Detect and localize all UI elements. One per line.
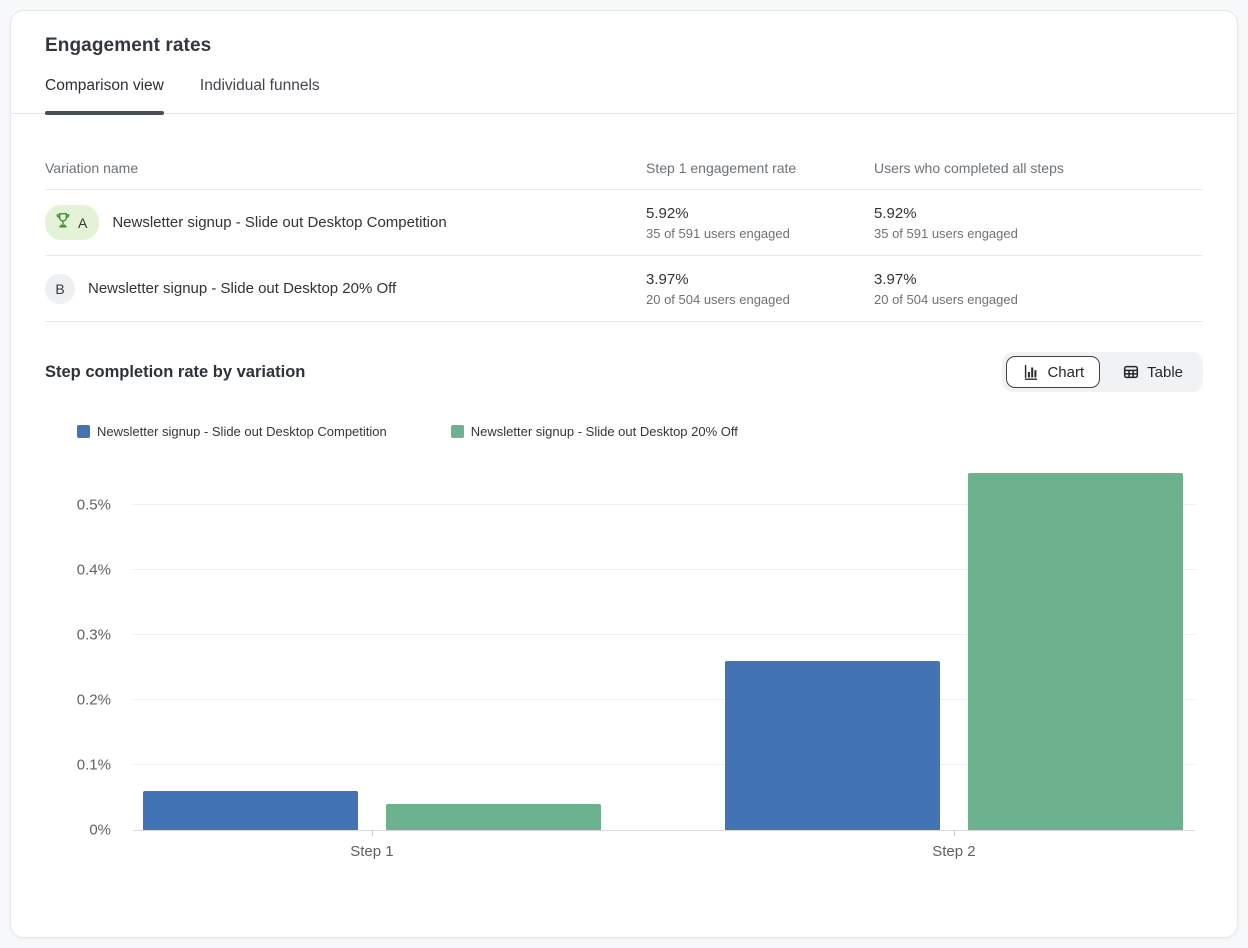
y-axis-label: 0% [89,822,111,839]
variation-letter: B [55,281,64,297]
bar-chart-icon [1022,363,1040,381]
column-header-variation-name: Variation name [45,160,646,176]
chart-section-title: Step completion rate by variation [45,363,305,382]
legend-item-competition: Newsletter signup - Slide out Desktop Co… [77,424,387,439]
chart-view-label: Chart [1047,364,1084,381]
x-axis-label: Step 2 [932,843,975,860]
chart-legend: Newsletter signup - Slide out Desktop Co… [77,424,1203,439]
tab-comparison-view[interactable]: Comparison view [45,77,164,113]
variation-name: Newsletter signup - Slide out Desktop Co… [112,214,446,231]
table-view-button[interactable]: Table [1106,356,1199,388]
legend-item-20-off: Newsletter signup - Slide out Desktop 20… [451,424,738,439]
page-title: Engagement rates [45,35,1203,57]
chart-table-toggle: Chart Table [1002,352,1203,392]
chart-bar[interactable] [386,804,602,830]
completed-rate-detail: 20 of 504 users engaged [874,292,1203,307]
step1-rate-value: 5.92% [646,205,874,222]
table-grid-icon [1122,363,1140,381]
x-axis-tick [372,830,373,836]
column-header-step1-rate: Step 1 engagement rate [646,160,874,176]
step1-rate-detail: 20 of 504 users engaged [646,292,874,307]
table-view-label: Table [1147,364,1183,381]
variation-letter: A [78,215,87,231]
step1-rate-detail: 35 of 591 users engaged [646,226,874,241]
completed-rate-value: 3.97% [874,271,1203,288]
y-axis-label: 0.3% [77,627,111,644]
column-header-completed-all: Users who completed all steps [874,160,1203,176]
winner-badge: A [45,205,99,240]
y-axis-label: 0.4% [77,562,111,579]
x-axis-tick [954,830,955,836]
table-row-variation-b: B Newsletter signup - Slide out Desktop … [45,256,1203,322]
step1-rate-value: 3.97% [646,271,874,288]
chart-bar[interactable] [143,791,359,830]
y-axis-label: 0.1% [77,757,111,774]
tab-individual-funnels[interactable]: Individual funnels [200,77,320,113]
chart-bar[interactable] [968,473,1184,830]
engagement-rates-card: Engagement rates Comparison view Individ… [10,10,1238,938]
legend-swatch-blue [77,425,90,438]
chart-view-button[interactable]: Chart [1006,356,1100,388]
variation-badge: B [45,274,75,304]
trophy-icon [54,211,72,234]
legend-swatch-green [451,425,464,438]
chart-bar[interactable] [725,661,941,830]
table-row-variation-a: A Newsletter signup - Slide out Desktop … [45,190,1203,256]
completed-rate-detail: 35 of 591 users engaged [874,226,1203,241]
y-axis-label: 0.5% [77,497,111,514]
completed-rate-value: 5.92% [874,205,1203,222]
variation-name: Newsletter signup - Slide out Desktop 20… [88,280,396,297]
view-tabs: Comparison view Individual funnels [45,77,1203,113]
y-axis-label: 0.2% [77,692,111,709]
x-axis-label: Step 1 [350,843,393,860]
chart-plot: 0%0.1%0.2%0.3%0.4%0.5%Step 1Step 2 [133,463,1195,831]
legend-label: Newsletter signup - Slide out Desktop Co… [97,424,387,439]
comparison-table-header: Variation name Step 1 engagement rate Us… [45,114,1203,190]
legend-label: Newsletter signup - Slide out Desktop 20… [471,424,738,439]
